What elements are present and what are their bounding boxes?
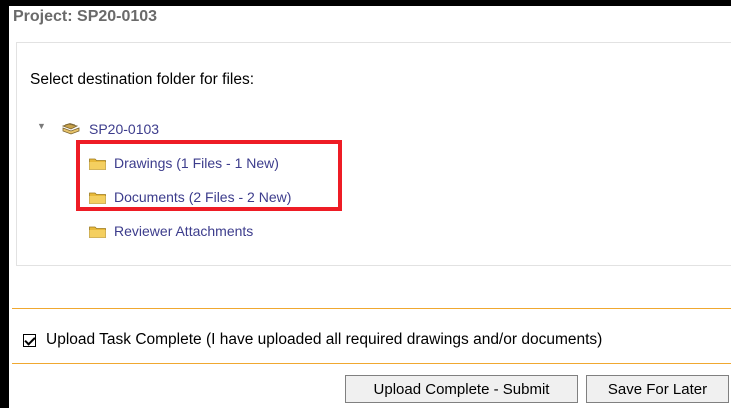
tree-node-label[interactable]: Reviewer Attachments (114, 223, 253, 239)
upload-complete-submit-button[interactable]: Upload Complete - Submit (345, 375, 578, 403)
upload-complete-label[interactable]: Upload Task Complete (I have uploaded al… (46, 331, 602, 349)
destination-prompt: Select destination folder for files: (30, 71, 255, 88)
divider (12, 308, 731, 309)
upload-complete-row: Upload Task Complete (I have uploaded al… (23, 331, 602, 349)
expand-toggle-icon[interactable]: ▼ (37, 121, 46, 131)
window-frame-left (0, 0, 9, 408)
window-frame-top (0, 0, 731, 6)
page-title: Project: SP20-0103 (13, 8, 158, 25)
divider (12, 363, 731, 364)
highlight-box (76, 140, 342, 211)
save-for-later-button[interactable]: Save For Later (586, 375, 729, 403)
tree-node-label[interactable]: SP20-0103 (89, 121, 159, 137)
folder-icon (89, 226, 106, 238)
tree-node-root[interactable]: SP20-0103 (61, 121, 159, 137)
tree-node-reviewer-attachments[interactable]: Reviewer Attachments (89, 223, 253, 239)
upload-complete-checkbox[interactable] (23, 333, 36, 347)
project-folder-icon (61, 123, 80, 135)
